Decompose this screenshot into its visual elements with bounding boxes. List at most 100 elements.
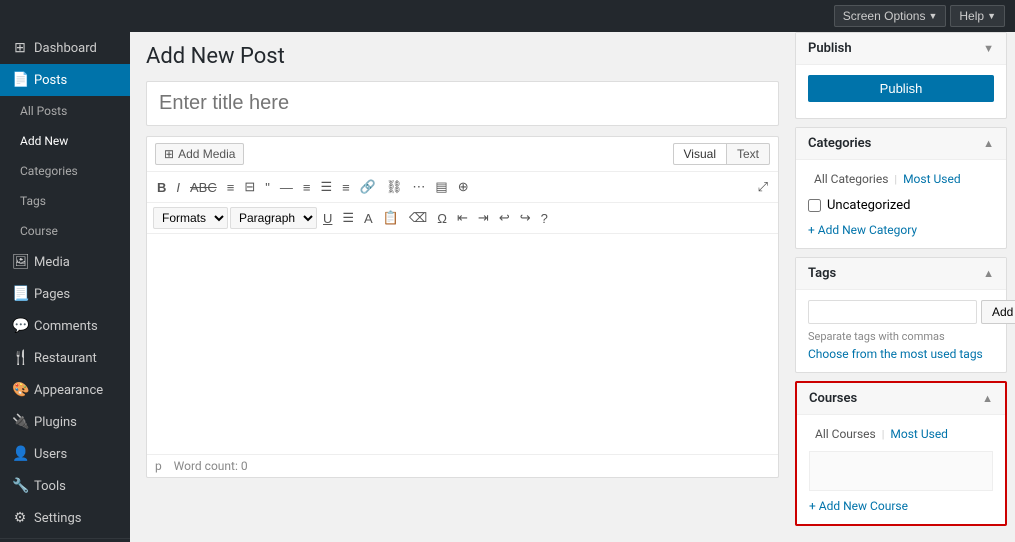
clear-format-button[interactable]: ⌫	[405, 207, 431, 229]
add-button[interactable]: ⊕	[454, 176, 473, 198]
sidebar-item-categories[interactable]: Categories	[0, 156, 130, 186]
categories-panel-header[interactable]: Categories ▲	[796, 128, 1006, 160]
screen-options-button[interactable]: Screen Options ▼	[834, 5, 947, 27]
sidebar-item-label: Users	[34, 447, 67, 462]
help-button[interactable]: Help ▼	[950, 5, 1005, 27]
all-categories-tab[interactable]: All Categories	[808, 170, 894, 188]
sidebar-item-course[interactable]: Course	[0, 216, 130, 246]
sidebar-item-all-posts[interactable]: All Posts	[0, 96, 130, 126]
word-count-value: 0	[241, 459, 248, 473]
unlink-button[interactable]: ⛓	[382, 176, 407, 198]
insert-more-button[interactable]: ⋯	[408, 176, 429, 198]
tags-panel-header[interactable]: Tags ▲	[796, 258, 1006, 290]
most-used-categories-tab[interactable]: Most Used	[897, 170, 967, 188]
tags-panel: Tags ▲ Add Separate tags with commas Cho…	[795, 257, 1007, 373]
publish-panel: Publish ▼ Publish	[795, 32, 1007, 119]
sidebar-item-settings[interactable]: ⚙ Settings	[0, 502, 130, 534]
paste-word-button[interactable]: 📋	[379, 207, 403, 229]
choose-tags-link[interactable]: Choose from the most used tags	[808, 347, 983, 361]
align-right-button[interactable]: ≡	[338, 177, 354, 198]
sidebar-item-dashboard[interactable]: ⊞ Dashboard	[0, 32, 130, 64]
blockquote-button[interactable]: "	[261, 177, 274, 198]
sidebar-item-label: Posts	[34, 73, 67, 88]
fullscreen-button[interactable]: ⤢	[754, 176, 772, 198]
sidebar-item-pages[interactable]: 📃 Pages	[0, 278, 130, 310]
sidebar-item-posts[interactable]: 📄 Posts	[0, 64, 130, 96]
sidebar: ⊞ Dashboard 📄 Posts All Posts Add New Ca…	[0, 32, 130, 542]
italic-button[interactable]: I	[172, 177, 184, 198]
courses-panel-title: Courses	[809, 391, 857, 406]
special-char-button[interactable]: Ω	[433, 208, 451, 229]
post-title-input[interactable]	[146, 81, 779, 126]
editor-body[interactable]	[147, 234, 778, 454]
help-arrow-icon: ▼	[987, 11, 996, 21]
categories-panel-body: All Categories | Most Used Uncategorized…	[796, 160, 1006, 248]
underline-button[interactable]: U	[319, 208, 336, 229]
sidebar-item-label: Tools	[34, 479, 66, 494]
sidebar-item-comments[interactable]: 💬 Comments	[0, 310, 130, 342]
add-new-course-link[interactable]: + Add New Course	[809, 499, 908, 513]
hr-button[interactable]: —	[276, 177, 297, 198]
courses-panel-header[interactable]: Courses ▲	[797, 383, 1005, 415]
redo-button[interactable]: ↪	[516, 207, 535, 229]
editor-tag: p	[155, 459, 162, 473]
sidebar-item-tags[interactable]: Tags	[0, 186, 130, 216]
outdent-button[interactable]: ⇤	[453, 207, 472, 229]
tags-help-text: Separate tags with commas	[808, 330, 994, 343]
publish-button[interactable]: Publish	[808, 75, 994, 102]
bold-button[interactable]: B	[153, 177, 170, 198]
publish-collapse-icon: ▼	[983, 42, 994, 55]
visual-tab[interactable]: Visual	[673, 143, 727, 165]
courses-tabs: All Courses | Most Used	[809, 425, 993, 443]
indent-button[interactable]: ⇥	[474, 207, 493, 229]
sidebar-item-label: Plugins	[34, 415, 77, 430]
link-button[interactable]: 🔗	[356, 176, 380, 198]
category-label-uncategorized: Uncategorized	[827, 198, 910, 213]
toggle-toolbar-button[interactable]: ▤	[431, 176, 451, 198]
help-toolbar-button[interactable]: ?	[537, 208, 552, 229]
text-tab[interactable]: Text	[727, 143, 770, 165]
tags-input[interactable]	[808, 300, 977, 324]
add-new-category-link[interactable]: + Add New Category	[808, 223, 917, 237]
sidebar-item-plugins[interactable]: 🔌 Plugins	[0, 406, 130, 438]
sidebar-item-collapse[interactable]: ◀ Collapse menu	[0, 538, 130, 542]
all-courses-tab[interactable]: All Courses	[809, 425, 882, 443]
justify-button[interactable]: ☰	[338, 207, 358, 229]
category-checkbox-uncategorized[interactable]	[808, 199, 821, 212]
sidebar-item-add-new[interactable]: Add New	[0, 126, 130, 156]
sidebar-item-label: Media	[34, 255, 70, 270]
strikethrough-button[interactable]: ABC	[186, 177, 221, 198]
tools-icon: 🔧	[12, 478, 28, 494]
tags-input-row: Add	[808, 300, 994, 324]
add-media-icon: ⊞	[164, 147, 174, 161]
unordered-list-button[interactable]: ≡	[223, 177, 239, 198]
posts-icon: 📄	[12, 72, 28, 88]
categories-panel: Categories ▲ All Categories | Most Used …	[795, 127, 1007, 249]
courses-panel: Courses ▲ All Courses | Most Used + Add …	[795, 381, 1007, 526]
text-color-button[interactable]: A	[360, 208, 377, 229]
sidebar-item-label: Course	[20, 224, 58, 238]
paragraph-select[interactable]: Paragraph	[230, 207, 317, 229]
align-center-button[interactable]: ☰	[316, 176, 336, 198]
most-used-courses-tab[interactable]: Most Used	[884, 425, 954, 443]
sidebar-item-appearance[interactable]: 🎨 Appearance	[0, 374, 130, 406]
sidebar-item-tools[interactable]: 🔧 Tools	[0, 470, 130, 502]
publish-panel-header[interactable]: Publish ▼	[796, 33, 1006, 65]
add-tag-button[interactable]: Add	[981, 300, 1015, 324]
add-media-button[interactable]: ⊞ Add Media	[155, 143, 244, 165]
media-icon: 🖼	[12, 254, 28, 270]
sidebar-item-label: Restaurant	[34, 351, 97, 366]
sidebar-item-label: Comments	[34, 319, 98, 334]
undo-button[interactable]: ↩	[495, 207, 514, 229]
align-left-button[interactable]: ≡	[299, 177, 315, 198]
sidebar-item-users[interactable]: 👤 Users	[0, 438, 130, 470]
sidebar-item-media[interactable]: 🖼 Media	[0, 246, 130, 278]
formats-select[interactable]: Formats	[153, 207, 228, 229]
sidebar-item-label: Add New	[20, 134, 68, 148]
ordered-list-button[interactable]: ⊟	[240, 176, 259, 198]
categories-list: Uncategorized	[808, 196, 994, 215]
tags-collapse-icon: ▲	[983, 267, 994, 280]
dashboard-icon: ⊞	[12, 40, 28, 56]
settings-icon: ⚙	[12, 510, 28, 526]
sidebar-item-restaurant[interactable]: 🍴 Restaurant	[0, 342, 130, 374]
